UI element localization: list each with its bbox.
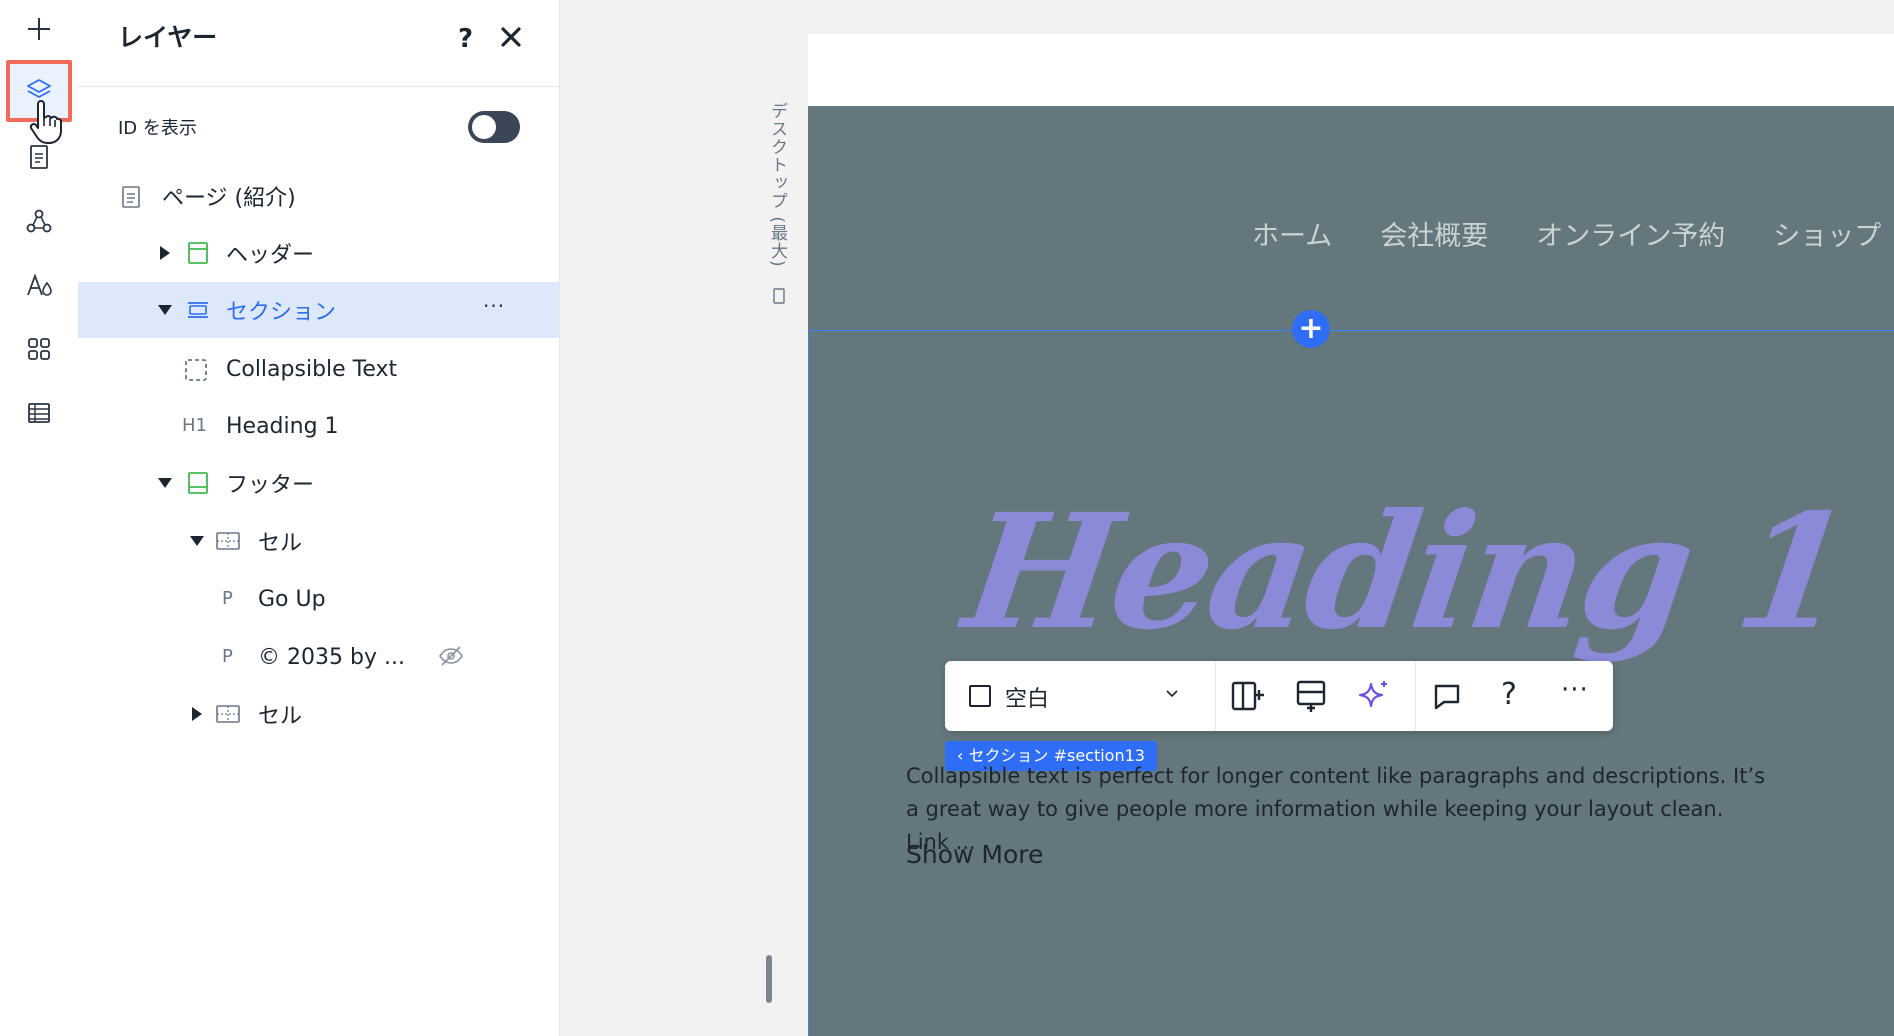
heading-type-icon: H1 — [182, 415, 207, 436]
hand-cursor-icon — [29, 100, 62, 144]
cell-icon — [216, 532, 240, 550]
ai-sparkle-icon[interactable] — [1355, 678, 1391, 714]
collapse-arrow-icon[interactable] — [190, 536, 204, 546]
layers-panel: レイヤー ? ID を表示 ページ (紹介) ヘッダー セクション ··· Co… — [78, 0, 560, 1036]
paragraph-type-icon: P — [222, 588, 233, 609]
add-icon[interactable] — [12, 2, 66, 56]
breakpoint-label: デスクトップ (最大) — [767, 102, 787, 268]
site-heading[interactable]: Heading 1 — [955, 480, 1858, 665]
device-icon[interactable] — [771, 288, 787, 304]
section-toolbar: 空白 ? ··· — [945, 661, 1613, 731]
expand-arrow-icon[interactable] — [160, 246, 170, 260]
collapsible-icon — [185, 359, 207, 381]
layer-label: セクション — [226, 300, 337, 325]
layer-label: ページ (紹介) — [162, 186, 296, 211]
apps-icon[interactable] — [12, 322, 66, 376]
collapse-arrow-icon[interactable] — [158, 478, 172, 488]
nav-item-booking[interactable]: オンライン予約 — [1536, 214, 1725, 253]
show-more-link[interactable]: Show More — [906, 840, 1043, 869]
layout-add-row-icon[interactable] — [1293, 678, 1329, 714]
theme-icon[interactable] — [12, 258, 66, 312]
header-icon — [188, 242, 208, 264]
toolbar-divider — [1215, 661, 1216, 731]
layer-label: セル — [258, 704, 303, 729]
canvas-scrollbar[interactable] — [766, 955, 772, 1003]
paragraph-type-icon: P — [222, 646, 233, 667]
help-button[interactable]: ? — [458, 24, 473, 54]
connections-icon[interactable] — [12, 194, 66, 248]
layer-row-footer[interactable]: フッター — [78, 455, 559, 511]
layer-row-header[interactable]: ヘッダー — [78, 225, 559, 281]
collapse-arrow-icon[interactable] — [158, 305, 172, 315]
page-top-strip — [808, 34, 1894, 106]
layer-label: セル — [258, 531, 303, 556]
nav-item-home[interactable]: ホーム — [1252, 214, 1332, 253]
layer-row-collapsible-text[interactable]: Collapsible Text — [78, 341, 559, 397]
nav-item-shop[interactable]: ショップ — [1773, 214, 1881, 253]
site-nav: ホーム 会社概要 オンライン予約 ショップ — [1252, 214, 1881, 253]
comment-icon[interactable] — [1429, 678, 1465, 714]
panel-header: レイヤー ? — [78, 0, 559, 87]
layer-label: Go Up — [258, 586, 326, 612]
layer-row-cell-2[interactable]: セル — [78, 686, 559, 742]
layer-label: ヘッダー — [226, 243, 315, 268]
cell-icon — [216, 705, 240, 723]
show-id-label: ID を表示 — [118, 118, 197, 139]
add-section-button[interactable]: + — [1292, 310, 1330, 348]
toolbar-divider — [1415, 661, 1416, 731]
footer-icon — [188, 472, 208, 494]
section-boundary-line — [808, 330, 1894, 331]
table-icon[interactable] — [12, 386, 66, 440]
panel-title: レイヤー — [118, 23, 218, 52]
chevron-down-icon[interactable] — [1165, 689, 1179, 699]
layer-label: Heading 1 — [226, 413, 339, 439]
layer-label: © 2035 by ... — [258, 644, 405, 670]
help-icon[interactable]: ? — [1501, 677, 1517, 712]
layer-row-cell[interactable]: セル — [78, 513, 559, 569]
page-icon — [122, 186, 140, 208]
layer-row-section[interactable]: セクション ··· — [78, 282, 559, 338]
more-options-icon[interactable]: ··· — [1561, 675, 1589, 705]
layer-row-heading[interactable]: H1 Heading 1 — [78, 398, 559, 454]
left-toolbar — [0, 0, 79, 1036]
toggle-knob — [472, 115, 496, 139]
close-icon[interactable] — [496, 22, 526, 52]
show-id-toggle[interactable] — [468, 111, 520, 143]
layer-label: Collapsible Text — [226, 356, 398, 382]
section-icon — [188, 302, 208, 318]
layout-add-column-icon[interactable] — [1229, 678, 1265, 714]
background-dropdown-label[interactable]: 空白 — [1005, 681, 1049, 713]
hidden-eye-icon[interactable] — [438, 645, 464, 667]
more-actions-button[interactable]: ··· — [483, 294, 505, 318]
layer-row-copyright[interactable]: P © 2035 by ... — [78, 629, 559, 685]
background-swatch[interactable] — [969, 685, 991, 707]
layer-row-page[interactable]: ページ (紹介) — [78, 168, 559, 224]
layer-row-go-up[interactable]: P Go Up — [78, 571, 559, 627]
expand-arrow-icon[interactable] — [192, 707, 202, 721]
section-left-guide — [808, 330, 809, 1036]
nav-item-about[interactable]: 会社概要 — [1380, 214, 1488, 253]
layer-label: フッター — [226, 473, 315, 498]
